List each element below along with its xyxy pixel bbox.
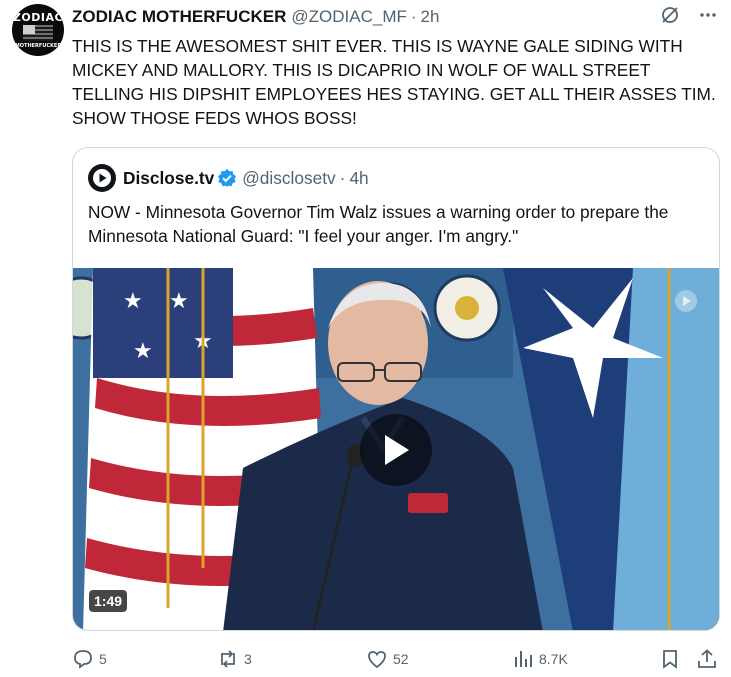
svg-text:★: ★ <box>133 338 153 363</box>
author-handle[interactable]: @ZODIAC_MF <box>291 7 406 27</box>
analytics-icon <box>515 651 532 667</box>
grok-icon[interactable] <box>659 4 681 26</box>
views-button[interactable]: 8.7K <box>512 648 568 670</box>
avatar-flag-image <box>23 25 53 41</box>
reply-button[interactable]: 5 <box>72 648 107 670</box>
quoted-tweet[interactable]: Disclose.tv @disclosetv · 4h NOW - Minne… <box>72 147 720 631</box>
like-count: 52 <box>393 651 409 667</box>
video-duration: 1:49 <box>89 590 128 612</box>
svg-text:★: ★ <box>123 288 143 313</box>
quote-time[interactable]: 4h <box>349 168 368 189</box>
quote-separator: · <box>339 167 346 188</box>
verified-badge-icon <box>217 168 237 188</box>
reply-icon <box>74 650 92 669</box>
more-icon[interactable] <box>697 4 719 26</box>
reply-count: 5 <box>99 651 107 667</box>
avatar-bottom-text: MOTHERFUCKER <box>14 43 62 49</box>
video-player[interactable]: ★ ★ ★ ★ 1:49 <box>73 268 719 630</box>
repost-count: 3 <box>244 651 252 667</box>
share-icon <box>698 649 716 668</box>
heart-icon <box>368 651 386 669</box>
repost-icon <box>221 650 235 668</box>
quote-header: Disclose.tv @disclosetv · 4h <box>88 164 369 192</box>
top-icons <box>659 4 719 26</box>
play-icon <box>385 435 409 465</box>
header-separator: · <box>410 7 417 26</box>
quote-author-name[interactable]: Disclose.tv <box>123 168 214 189</box>
views-count: 8.7K <box>539 651 568 667</box>
bookmark-button[interactable] <box>659 648 681 670</box>
quote-avatar[interactable] <box>88 164 116 192</box>
action-bar: 5 3 52 8.7K <box>72 648 720 674</box>
repost-button[interactable]: 3 <box>217 648 252 670</box>
tweet-text: THIS IS THE AWESOMEST SHIT EVER. THIS IS… <box>72 36 716 128</box>
tweet-time[interactable]: 2h <box>421 7 440 27</box>
tweet-header: ZODIAC MOTHERFUCKER @ZODIAC_MF · 2h <box>72 6 439 28</box>
avatar-top-text: ZODIAC <box>12 11 64 24</box>
author-avatar[interactable]: ZODIAC MOTHERFUCKER <box>12 4 64 56</box>
share-button[interactable] <box>696 648 718 670</box>
bookmark-icon <box>663 650 677 669</box>
play-button[interactable] <box>360 414 432 486</box>
svg-text:★: ★ <box>169 288 189 313</box>
like-button[interactable]: 52 <box>366 648 409 670</box>
quote-author-handle[interactable]: @disclosetv <box>242 168 335 189</box>
quote-text: NOW - Minnesota Governor Tim Walz issues… <box>88 202 669 246</box>
author-name[interactable]: ZODIAC MOTHERFUCKER <box>72 7 286 27</box>
watermark-icon <box>673 288 699 319</box>
